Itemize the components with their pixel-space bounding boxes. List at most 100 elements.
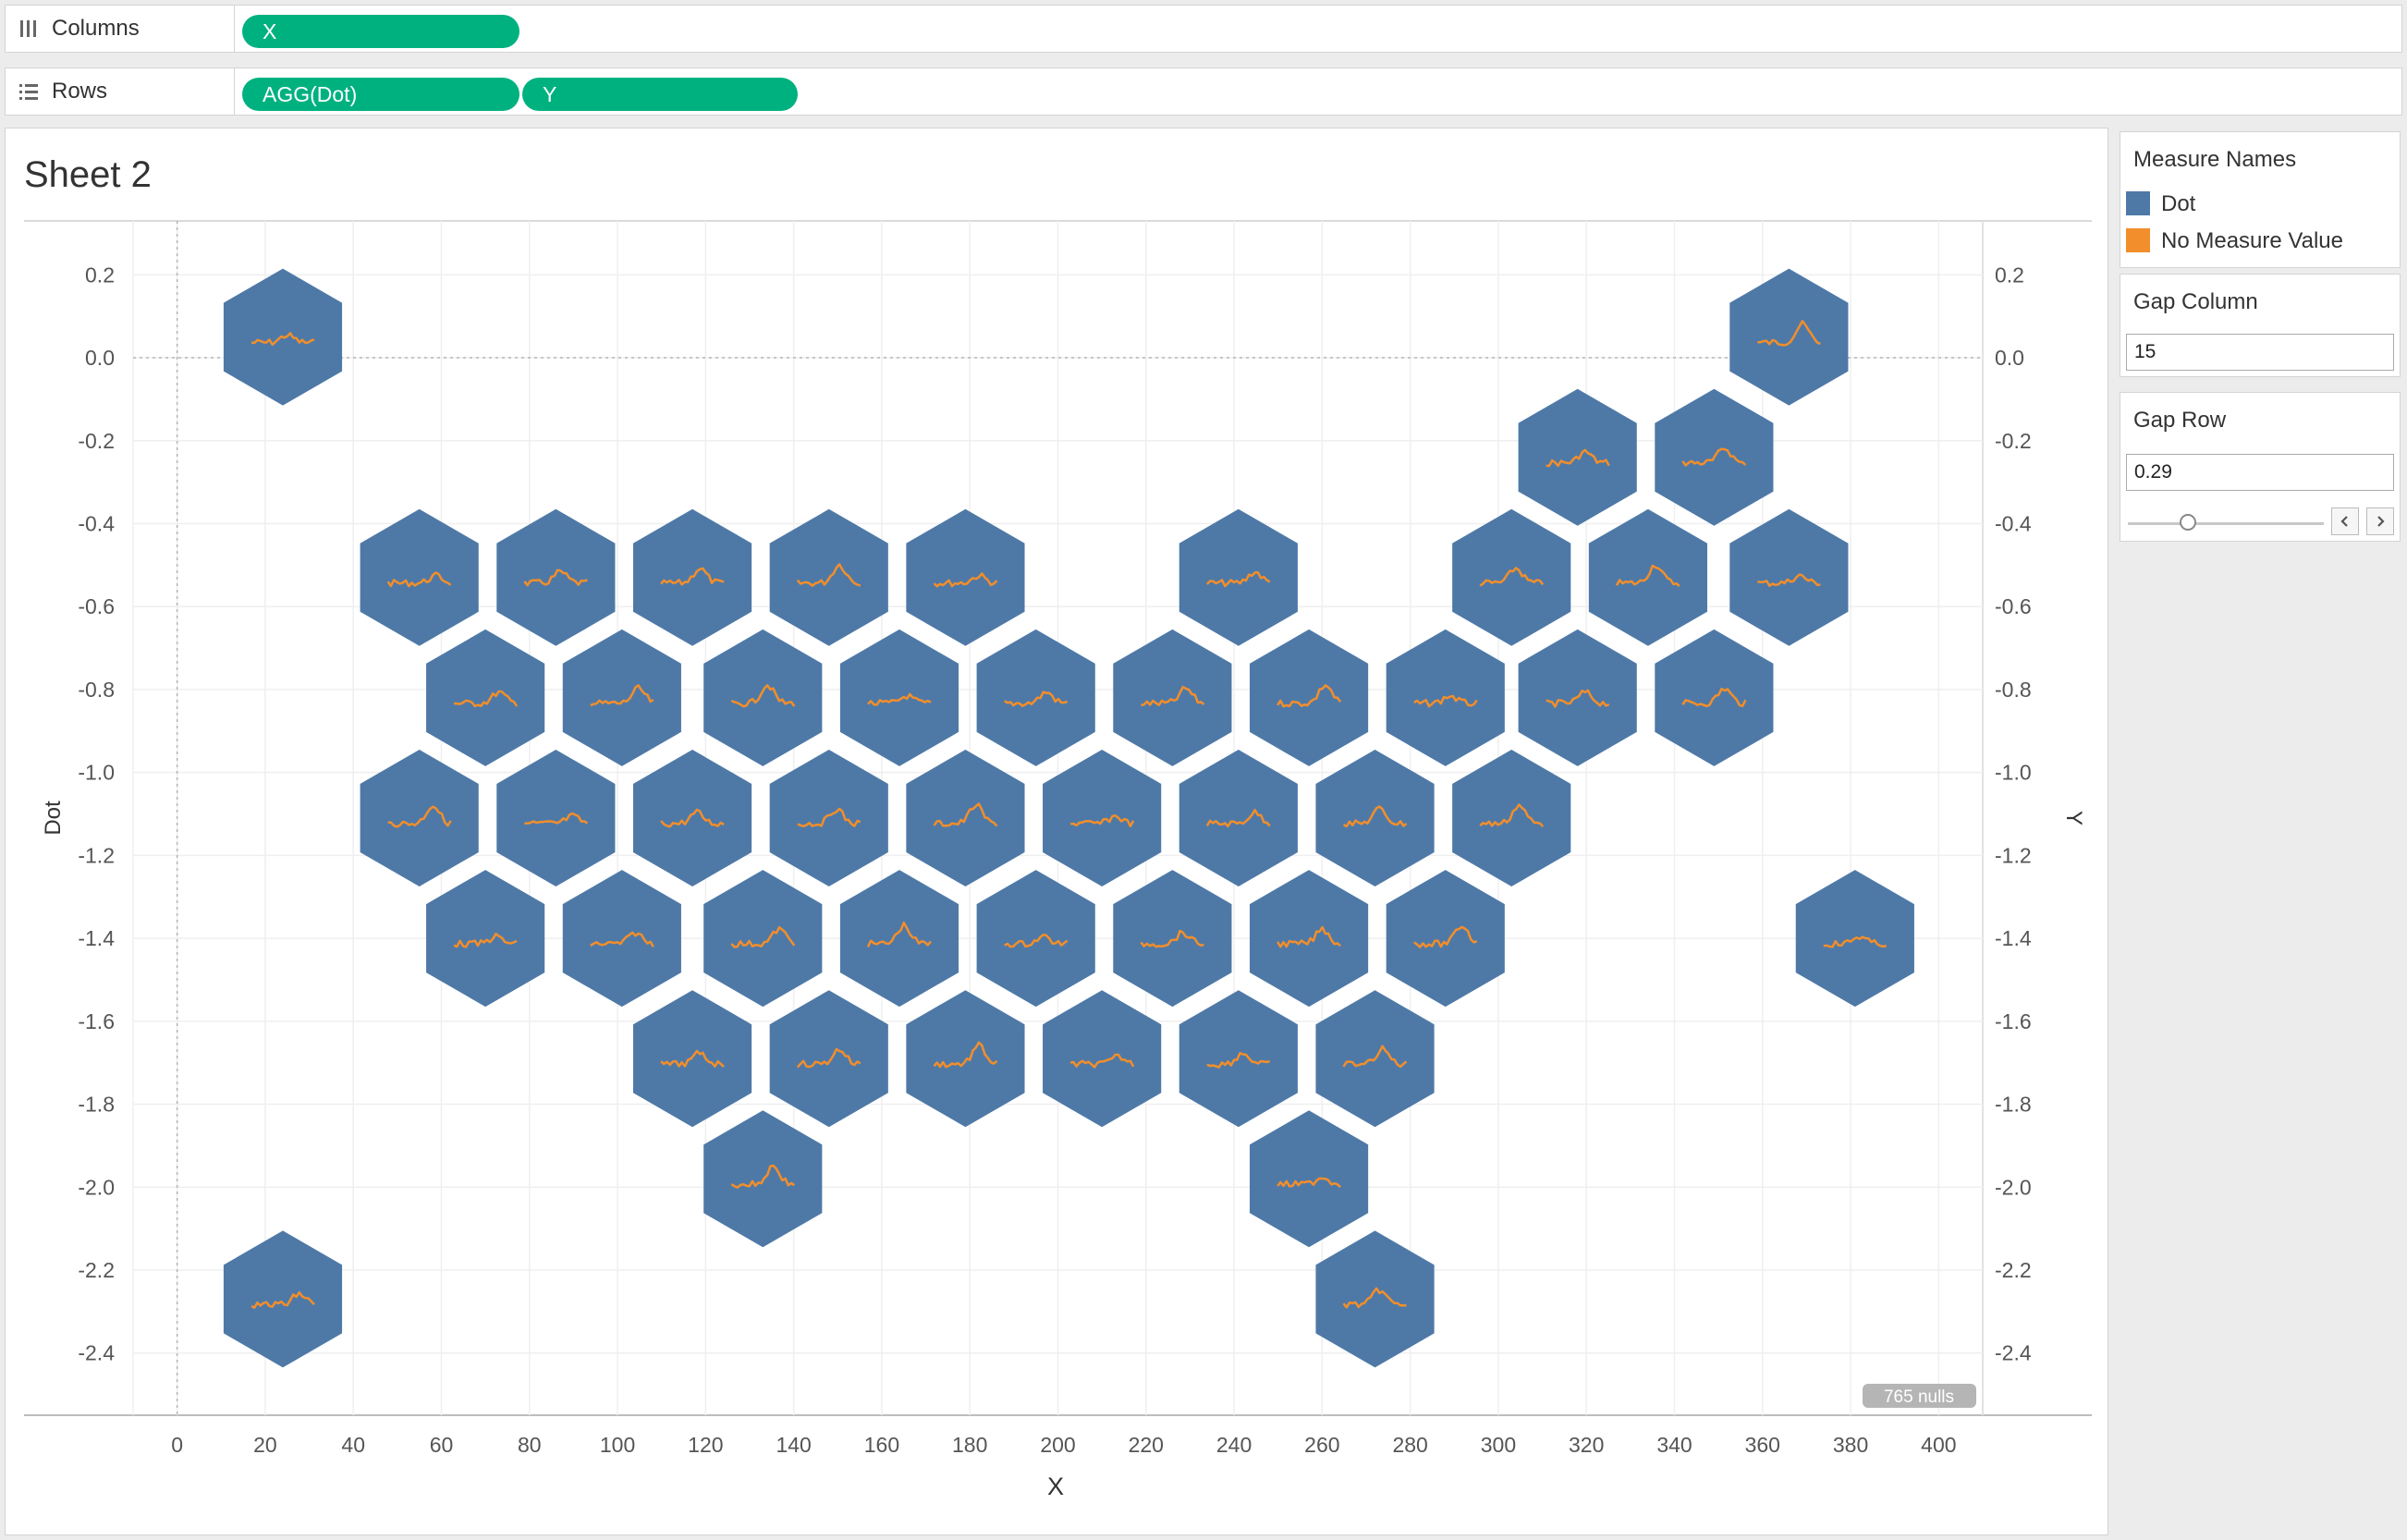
hexagon[interactable] <box>496 508 616 646</box>
hexagon[interactable] <box>426 629 545 766</box>
gap-row-decrement-button[interactable] <box>2331 507 2359 535</box>
hexagon[interactable] <box>223 1230 343 1368</box>
hex-mark[interactable] <box>223 268 343 406</box>
hex-mark[interactable] <box>1729 508 1849 646</box>
hex-mark[interactable] <box>906 508 1025 646</box>
hex-mark[interactable] <box>1386 870 1505 1008</box>
hex-mark[interactable] <box>1729 268 1849 406</box>
hex-mark[interactable] <box>1249 870 1369 1008</box>
pill-agg-dot[interactable]: AGG(Dot) <box>242 78 519 111</box>
hexagon[interactable] <box>1043 990 1162 1128</box>
hex-mark[interactable] <box>1315 1230 1435 1368</box>
hex-mark[interactable] <box>703 1110 823 1248</box>
chevron-left-icon <box>2340 516 2348 527</box>
hexagon[interactable] <box>1113 870 1232 1008</box>
hexagon[interactable] <box>360 508 479 646</box>
hex-mark[interactable] <box>976 629 1095 766</box>
hex-mark[interactable] <box>496 750 616 886</box>
hex-mark[interactable] <box>1043 990 1162 1128</box>
hexagon[interactable] <box>1729 268 1849 406</box>
hex-mark[interactable] <box>1588 508 1708 646</box>
hexagon[interactable] <box>562 870 681 1008</box>
hex-mark[interactable] <box>1315 990 1435 1128</box>
hex-mark[interactable] <box>769 508 888 646</box>
hex-mark[interactable] <box>839 629 959 766</box>
hexagon[interactable] <box>1452 508 1571 646</box>
hexagon[interactable] <box>906 508 1025 646</box>
hex-mark[interactable] <box>1043 750 1162 886</box>
hex-mark[interactable] <box>1179 750 1298 886</box>
hexagon[interactable] <box>360 750 479 886</box>
hex-mark[interactable] <box>1315 750 1435 886</box>
hex-mark[interactable] <box>426 870 545 1008</box>
hex-mark[interactable] <box>632 990 752 1128</box>
hex-mark[interactable] <box>496 508 616 646</box>
hex-mark[interactable] <box>1655 388 1774 526</box>
hexagon[interactable] <box>632 750 752 886</box>
y-left-tick-label: -1.2 <box>78 843 115 867</box>
hexagon[interactable] <box>1249 1110 1369 1248</box>
hex-mark[interactable] <box>1179 990 1298 1128</box>
hex-mark[interactable] <box>703 870 823 1008</box>
y-left-tick-label: -2.2 <box>78 1258 115 1282</box>
hex-mark[interactable] <box>906 990 1025 1128</box>
hexagon[interactable] <box>839 870 959 1008</box>
hex-mark[interactable] <box>360 750 479 886</box>
hexagon[interactable] <box>426 870 545 1008</box>
hexagon[interactable] <box>1249 629 1369 766</box>
hex-mark[interactable] <box>703 629 823 766</box>
hexagon[interactable] <box>496 750 616 886</box>
hex-mark[interactable] <box>769 750 888 886</box>
hexagon[interactable] <box>1179 750 1298 886</box>
hexagon[interactable] <box>976 870 1095 1008</box>
gap-row-increment-button[interactable] <box>2366 507 2394 535</box>
hexagon[interactable] <box>1729 508 1849 646</box>
hex-mark[interactable] <box>562 870 681 1008</box>
hex-mark[interactable] <box>1452 508 1571 646</box>
hexagon[interactable] <box>1315 1230 1435 1368</box>
hex-mark[interactable] <box>1655 629 1774 766</box>
nulls-indicator[interactable]: 765 nulls <box>1863 1384 1976 1408</box>
gap-row-slider-track[interactable] <box>2128 522 2324 525</box>
hex-mark[interactable] <box>223 1230 343 1368</box>
hex-mark[interactable] <box>562 629 681 766</box>
hexagon[interactable] <box>1315 750 1435 886</box>
hex-mark[interactable] <box>839 870 959 1008</box>
gap-row-input[interactable] <box>2126 454 2394 491</box>
hex-mark[interactable] <box>1386 629 1505 766</box>
hex-mark[interactable] <box>632 750 752 886</box>
pill-y[interactable]: Y <box>522 78 798 111</box>
gap-row-slider-thumb[interactable] <box>2180 514 2196 531</box>
hexagon[interactable] <box>1179 508 1298 646</box>
hex-mark[interactable] <box>769 990 888 1128</box>
hexagon[interactable] <box>562 629 681 766</box>
hexagon[interactable] <box>1249 870 1369 1008</box>
hex-mark[interactable] <box>1518 388 1637 526</box>
hex-mark[interactable] <box>906 750 1025 886</box>
pill-x[interactable]: X <box>242 15 519 48</box>
hex-mark[interactable] <box>976 870 1095 1008</box>
x-tick-label: 40 <box>341 1433 365 1457</box>
hexagon[interactable] <box>839 629 959 766</box>
hex-mark[interactable] <box>1113 629 1232 766</box>
hexagon[interactable] <box>703 629 823 766</box>
hex-mark[interactable] <box>426 629 545 766</box>
hexagon[interactable] <box>769 750 888 886</box>
hexagon[interactable] <box>1043 750 1162 886</box>
hex-mark[interactable] <box>1518 629 1637 766</box>
hexagon[interactable] <box>1386 870 1505 1008</box>
hex-mark[interactable] <box>1452 750 1571 886</box>
hexagon[interactable] <box>703 870 823 1008</box>
hexagon[interactable] <box>769 990 888 1128</box>
hex-mark[interactable] <box>632 508 752 646</box>
hex-mark[interactable] <box>1249 629 1369 766</box>
hex-mark[interactable] <box>1179 508 1298 646</box>
hex-mark[interactable] <box>1113 870 1232 1008</box>
hexagon[interactable] <box>906 990 1025 1128</box>
hex-mark[interactable] <box>1795 870 1914 1008</box>
x-tick-label: 340 <box>1656 1433 1692 1457</box>
hex-mark[interactable] <box>360 508 479 646</box>
hexagon[interactable] <box>1113 629 1232 766</box>
hex-mark[interactable] <box>1249 1110 1369 1248</box>
gap-column-input[interactable] <box>2126 334 2394 371</box>
